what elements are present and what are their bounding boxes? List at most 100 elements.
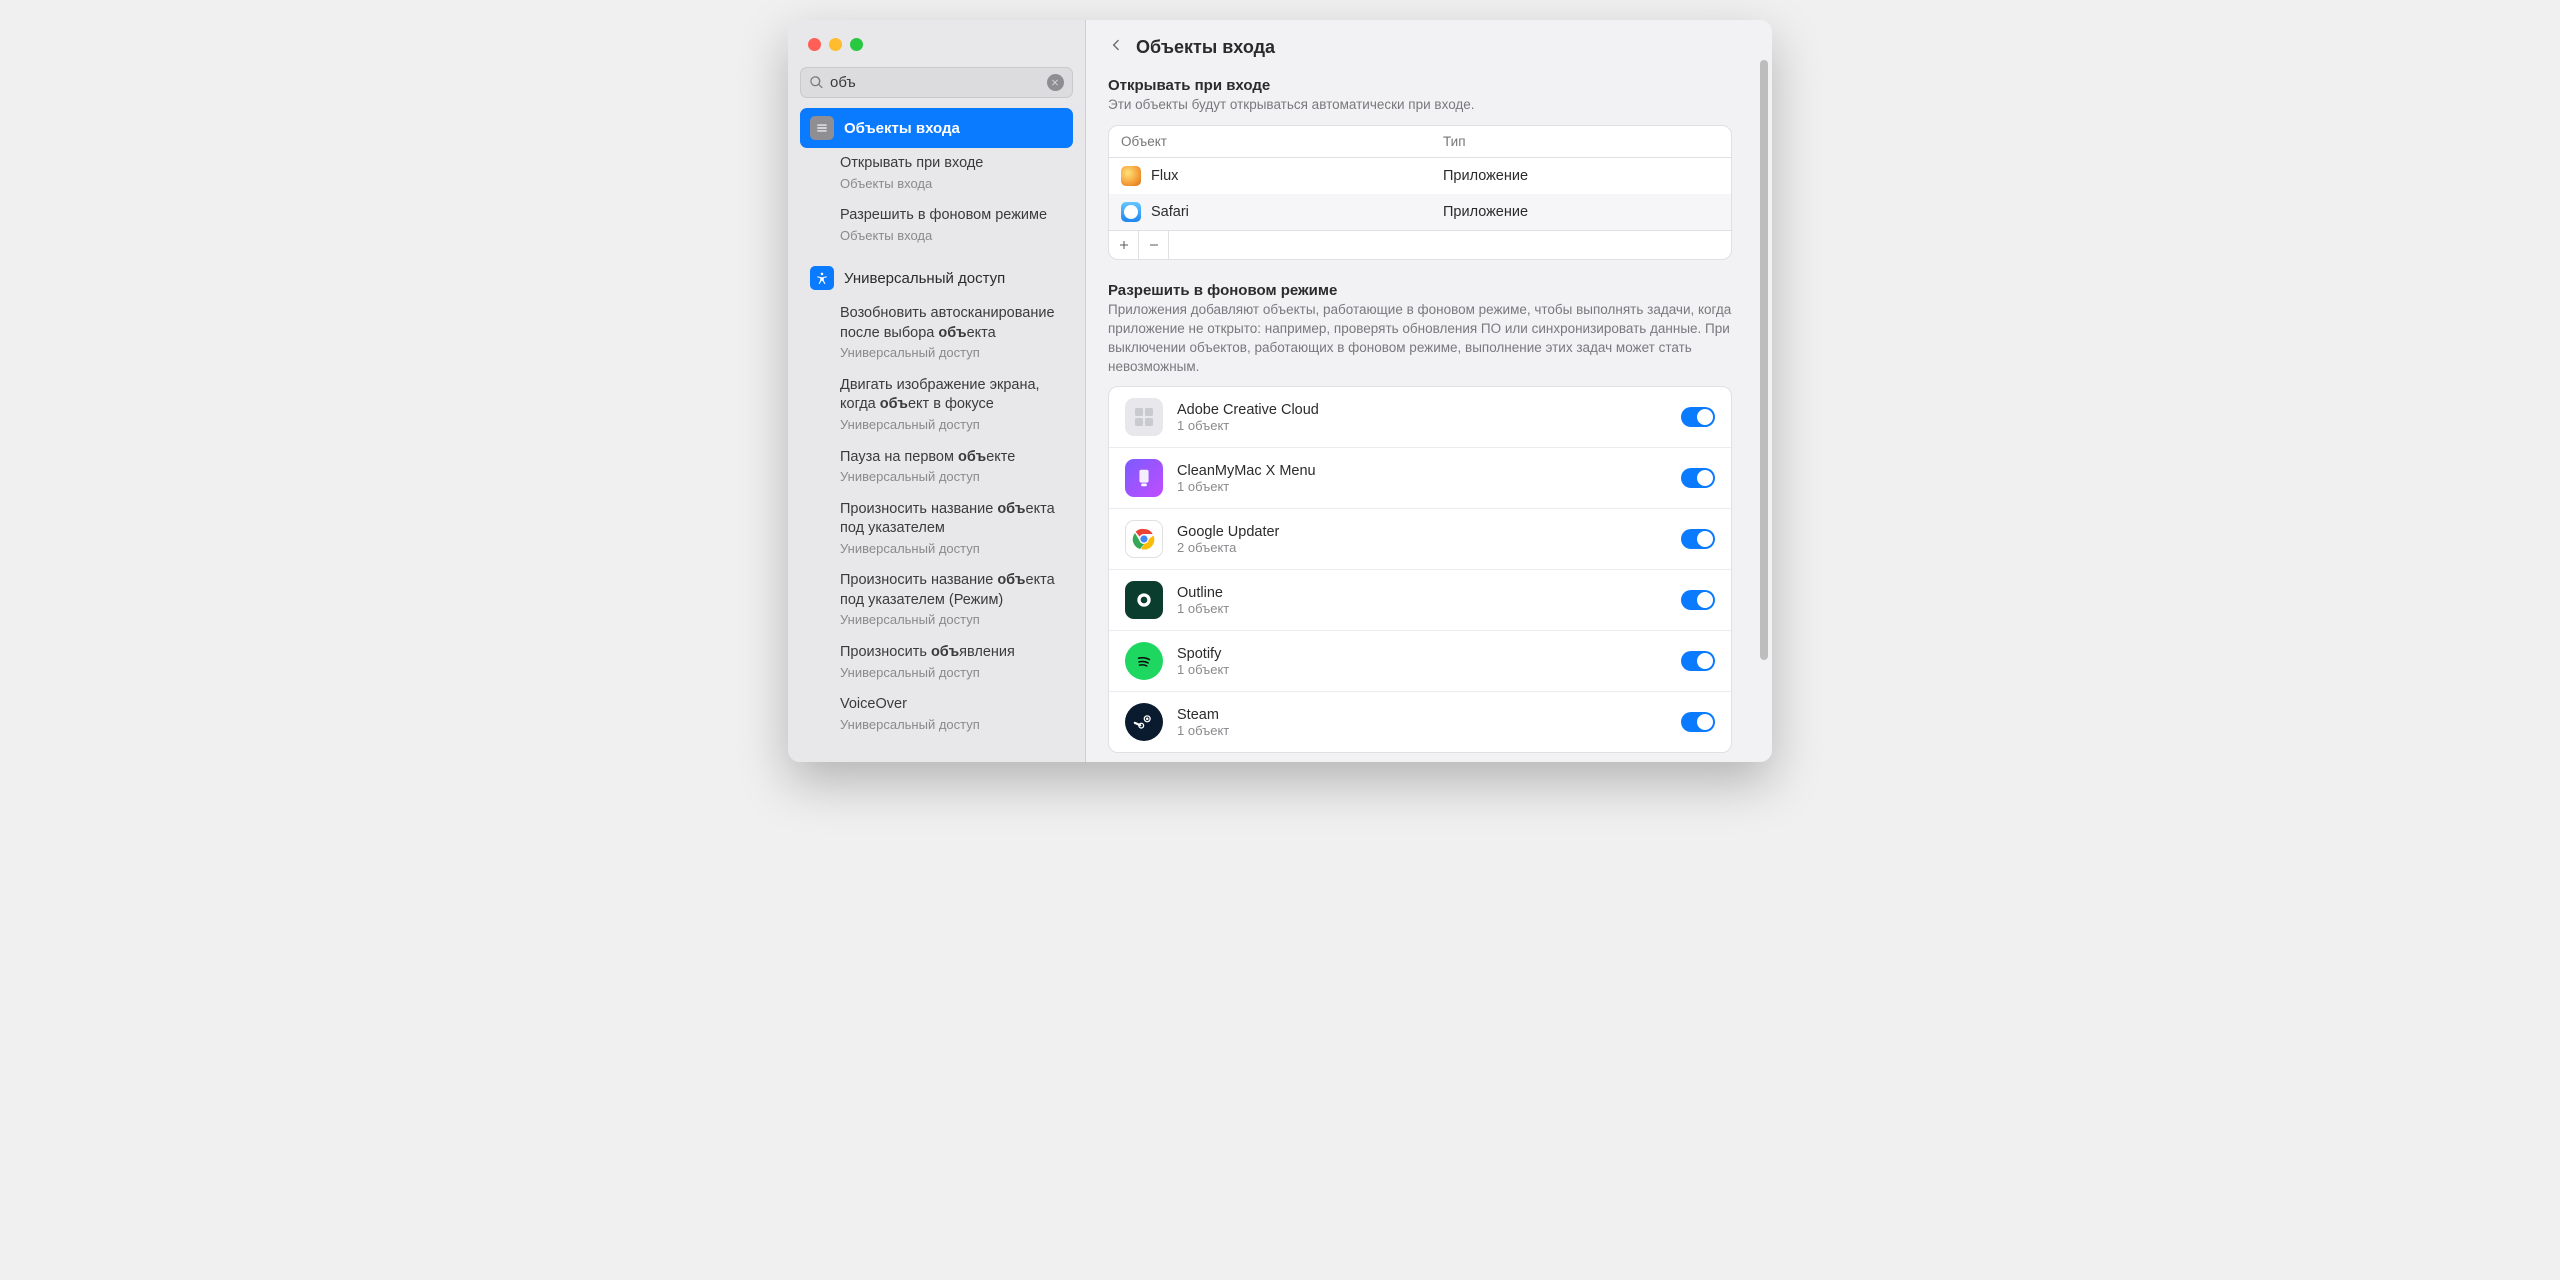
column-header-item[interactable]: Объект <box>1121 134 1443 149</box>
minus-icon <box>1148 239 1160 251</box>
background-item-row: CleanMyMac X Menu1 объект <box>1109 448 1731 509</box>
app-icon <box>1125 398 1163 436</box>
app-icon <box>1125 520 1163 558</box>
section-heading: Разрешить в фоновом режиме <box>1108 282 1732 299</box>
sidebar-search-result[interactable]: Произносить название объекта под указате… <box>800 565 1073 637</box>
section-heading: Открывать при входе <box>1108 77 1732 94</box>
accessibility-icon <box>810 266 834 290</box>
app-subtitle: 1 объект <box>1177 418 1667 433</box>
result-title: VoiceOver <box>840 695 1063 715</box>
login-items-table: Объект Тип Flux Приложение Safari Приложени… <box>1108 125 1732 260</box>
sidebar-search-result[interactable]: Возобновить автосканирование после выбор… <box>800 298 1073 370</box>
app-icon <box>1125 703 1163 741</box>
result-category: Универсальный доступ <box>840 611 1063 629</box>
minimize-window-button[interactable] <box>829 38 842 51</box>
sidebar-item-label: Объекты входа <box>844 120 960 137</box>
app-icon <box>1121 202 1141 222</box>
app-subtitle: 2 объекта <box>1177 540 1667 555</box>
app-subtitle: 1 объект <box>1177 479 1667 494</box>
toggle-switch[interactable] <box>1681 407 1715 427</box>
settings-window: Объекты входа Открывать при входеОбъекты… <box>788 20 1772 762</box>
close-icon <box>1051 78 1060 87</box>
result-title: Разрешить в фоновом режиме <box>840 206 1063 226</box>
toggle-switch[interactable] <box>1681 590 1715 610</box>
result-category: Универсальный доступ <box>840 344 1063 362</box>
result-title: Пауза на первом объекте <box>840 448 1063 468</box>
result-category: Универсальный доступ <box>840 468 1063 486</box>
app-icon <box>1125 581 1163 619</box>
table-header: Объект Тип <box>1109 126 1731 158</box>
background-section: Разрешить в фоновом режиме Приложения до… <box>1086 278 1754 762</box>
result-category: Универсальный доступ <box>840 716 1063 734</box>
sidebar-search-result[interactable]: Разрешить в фоновом режимеОбъекты входа <box>800 200 1073 252</box>
zoom-window-button[interactable] <box>850 38 863 51</box>
result-title: Произносить название объекта под указате… <box>840 571 1063 610</box>
chevron-left-icon <box>1108 36 1124 54</box>
result-category: Объекты входа <box>840 175 1063 193</box>
search-field[interactable] <box>800 67 1073 98</box>
plus-icon <box>1118 239 1130 251</box>
sidebar-item-login-items[interactable]: Объекты входа <box>800 108 1073 148</box>
sidebar-search-result[interactable]: Двигать изображение экрана, когда объект… <box>800 370 1073 442</box>
table-row[interactable]: Flux Приложение <box>1109 158 1731 194</box>
sidebar-search-result[interactable]: Пауза на первом объектеУниверсальный дос… <box>800 442 1073 494</box>
toggle-switch[interactable] <box>1681 468 1715 488</box>
table-footer <box>1109 230 1731 259</box>
sidebar-item-accessibility[interactable]: Универсальный доступ <box>800 258 1073 298</box>
section-description: Эти объекты будут открываться автоматиче… <box>1108 96 1732 115</box>
result-title: Произносить название объекта под указате… <box>840 500 1063 539</box>
close-window-button[interactable] <box>808 38 821 51</box>
scrollbar[interactable] <box>1760 60 1768 660</box>
app-name: Safari <box>1151 204 1189 220</box>
titlebar: Объекты входа <box>1086 20 1754 73</box>
back-button[interactable] <box>1108 36 1124 59</box>
app-name: CleanMyMac X Menu <box>1177 463 1667 479</box>
page-title: Объекты входа <box>1136 37 1275 58</box>
app-subtitle: 1 объект <box>1177 601 1667 616</box>
toggle-switch[interactable] <box>1681 529 1715 549</box>
sidebar-search-result[interactable]: Произносить объявленияУниверсальный дост… <box>800 637 1073 689</box>
sidebar-search-result[interactable]: Произносить название объекта под указате… <box>800 494 1073 566</box>
clear-search-button[interactable] <box>1047 74 1064 91</box>
background-item-row: Steam1 объект <box>1109 692 1731 752</box>
background-item-row: Adobe Creative Cloud1 объект <box>1109 387 1731 448</box>
app-icon <box>1125 642 1163 680</box>
result-title: Открывать при входе <box>840 154 1063 174</box>
main-pane: Объекты входа Открывать при входе Эти об… <box>1086 20 1772 762</box>
background-item-row: Outline1 объект <box>1109 570 1731 631</box>
result-category: Универсальный доступ <box>840 416 1063 434</box>
remove-item-button[interactable] <box>1139 231 1169 259</box>
app-type: Приложение <box>1443 204 1719 220</box>
table-row[interactable]: Safari Приложение <box>1109 194 1731 230</box>
column-header-type[interactable]: Тип <box>1443 134 1719 149</box>
app-name: Outline <box>1177 585 1667 601</box>
window-controls <box>788 20 1085 51</box>
add-item-button[interactable] <box>1109 231 1139 259</box>
result-category: Объекты входа <box>840 227 1063 245</box>
background-item-row: Google Updater2 объекта <box>1109 509 1731 570</box>
app-icon <box>1121 166 1141 186</box>
open-at-login-section: Открывать при входе Эти объекты будут от… <box>1086 73 1754 278</box>
result-category: Универсальный доступ <box>840 540 1063 558</box>
search-icon <box>809 75 824 90</box>
sidebar-search-result[interactable]: VoiceOverУниверсальный доступ <box>800 689 1073 741</box>
sidebar: Объекты входа Открывать при входеОбъекты… <box>788 20 1086 762</box>
sidebar-nav: Объекты входа Открывать при входеОбъекты… <box>788 108 1085 762</box>
section-description: Приложения добавляют объекты, работающие… <box>1108 301 1732 377</box>
list-icon <box>810 116 834 140</box>
app-subtitle: 1 объект <box>1177 662 1667 677</box>
toggle-switch[interactable] <box>1681 712 1715 732</box>
result-category: Универсальный доступ <box>840 664 1063 682</box>
sidebar-item-label: Универсальный доступ <box>844 270 1005 287</box>
app-name: Steam <box>1177 707 1667 723</box>
app-name: Spotify <box>1177 646 1667 662</box>
result-title: Возобновить автосканирование после выбор… <box>840 304 1063 343</box>
app-type: Приложение <box>1443 168 1719 184</box>
app-subtitle: 1 объект <box>1177 723 1667 738</box>
search-input[interactable] <box>824 74 1047 91</box>
sidebar-search-result[interactable]: Открывать при входеОбъекты входа <box>800 148 1073 200</box>
app-name: Adobe Creative Cloud <box>1177 402 1667 418</box>
result-title: Произносить объявления <box>840 643 1063 663</box>
app-name: Flux <box>1151 168 1178 184</box>
toggle-switch[interactable] <box>1681 651 1715 671</box>
